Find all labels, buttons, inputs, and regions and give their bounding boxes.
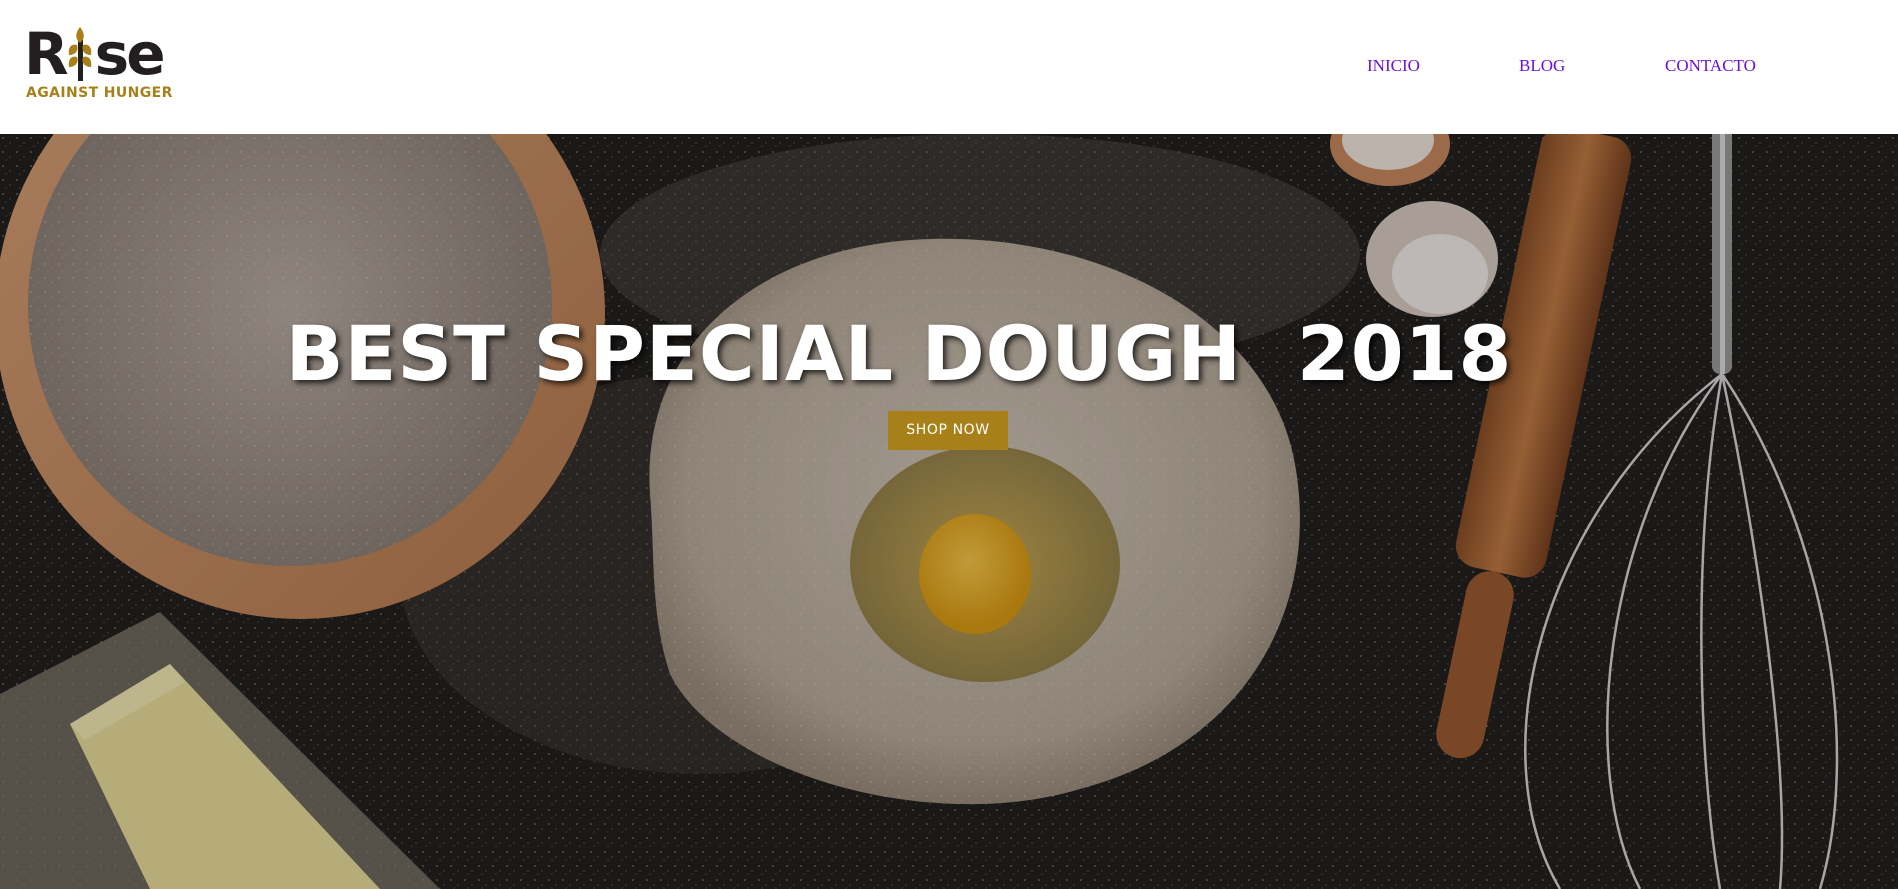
brand-logo[interactable]: R se AGAINST HUNGER <box>24 24 184 104</box>
hero-background-image <box>0 134 1898 889</box>
hero-title: BEST SPECIAL DOUGH 2018 <box>285 309 1513 398</box>
nav-link-blog[interactable]: BLOG <box>1519 56 1565 76</box>
logo-letter-r: R <box>24 20 69 88</box>
nav-link-inicio[interactable]: INICIO <box>1367 56 1420 76</box>
logo-letters-se: se <box>94 20 166 88</box>
nav-link-contacto[interactable]: CONTACTO <box>1665 56 1756 76</box>
wheat-icon <box>67 27 93 81</box>
shop-now-button[interactable]: SHOP NOW <box>888 411 1008 450</box>
hero-banner: BEST SPECIAL DOUGH 2018 SHOP NOW <box>0 134 1898 889</box>
logo-tagline: AGAINST HUNGER <box>26 85 173 101</box>
site-header: R se AGAINST HUNGER INICIO BLOG CONTACTO <box>0 0 1898 134</box>
logo-wordmark: R se <box>24 20 166 88</box>
